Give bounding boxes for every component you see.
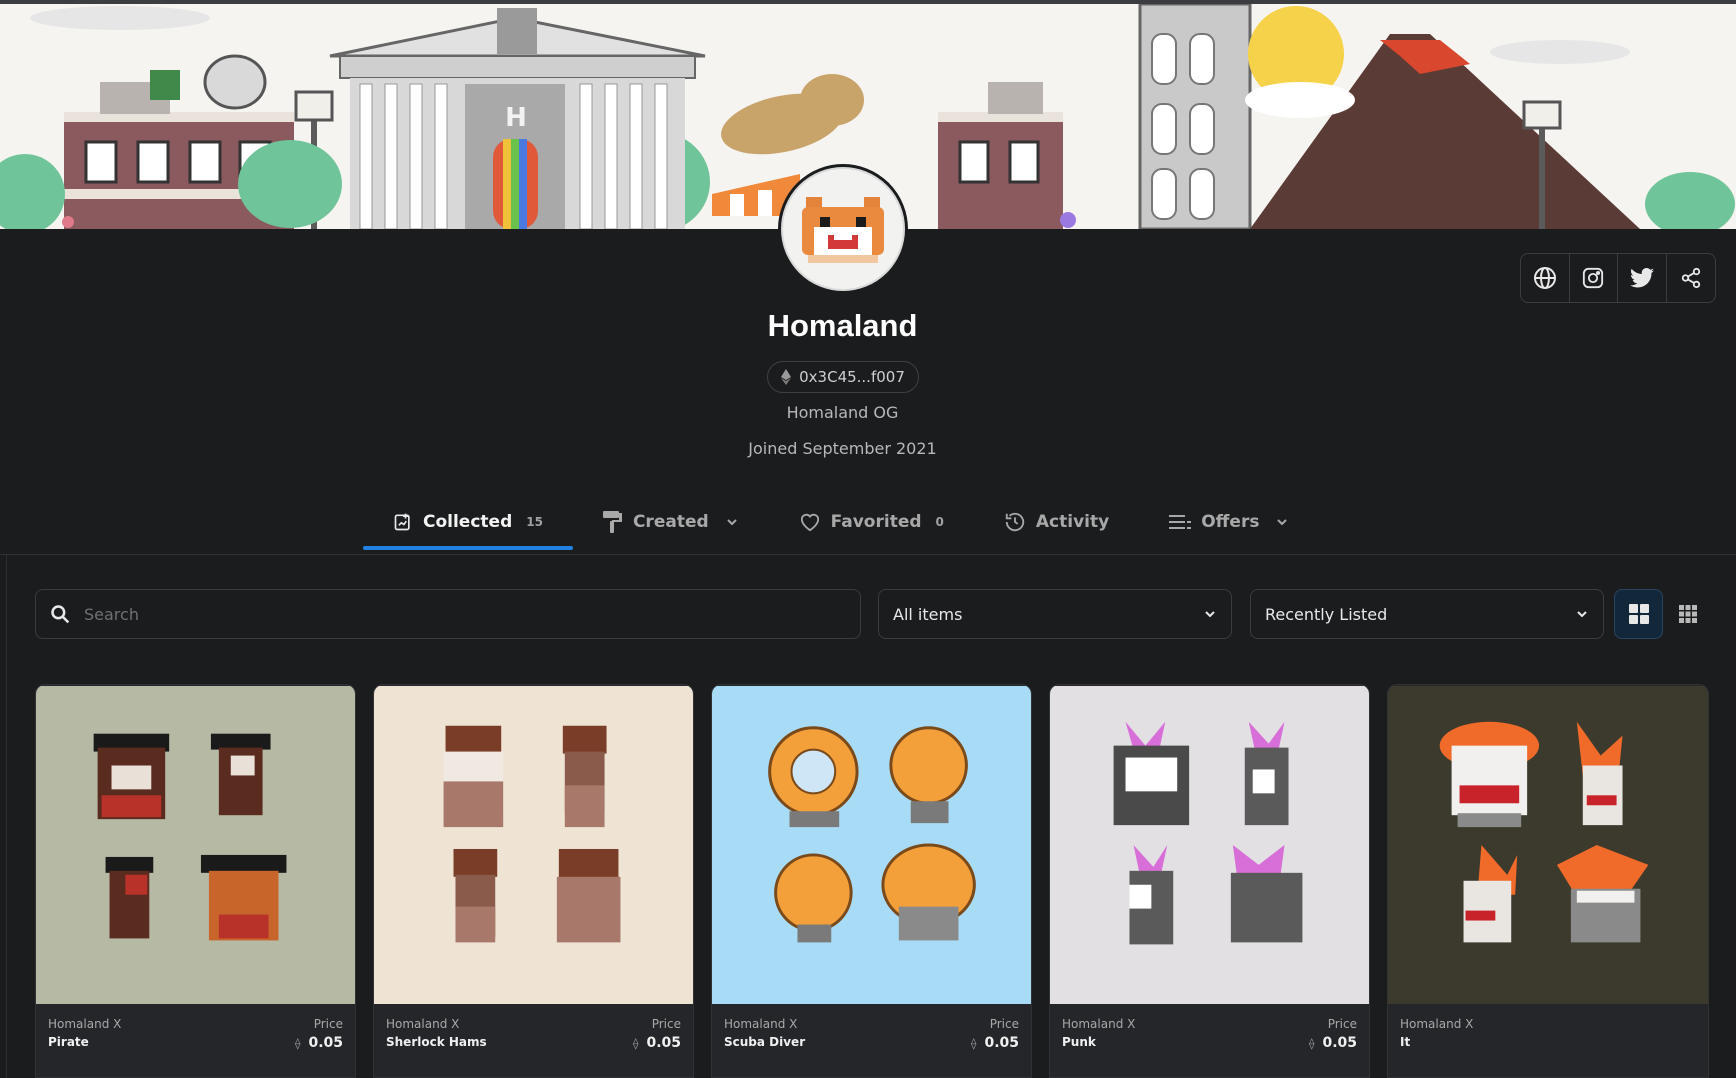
nft-card[interactable]: Homaland X Punk Price ⟠ 0.05: [1049, 684, 1370, 1078]
price-label: Price: [989, 1017, 1019, 1031]
ethereum-icon: ⟠: [971, 1036, 977, 1050]
top-border: [0, 0, 1736, 4]
twitter-icon: [1629, 268, 1654, 288]
history-icon: [1005, 512, 1025, 531]
price-amount: 0.05: [646, 1035, 681, 1051]
item-name: Scuba Diver: [724, 1035, 806, 1049]
profile-avatar: [778, 164, 908, 294]
price-value: ⟠ 0.05: [971, 1035, 1019, 1051]
ethereum-icon: [781, 369, 792, 385]
profile-bio: Homaland OG: [786, 403, 899, 422]
search-box: [35, 589, 861, 639]
price-label: Price: [1327, 1017, 1357, 1031]
instagram-icon: [1583, 267, 1604, 289]
large-grid-button[interactable]: [1614, 589, 1663, 639]
hamster-avatar-image: [802, 197, 884, 263]
item-name: Sherlock Hams: [386, 1035, 487, 1049]
card-info: Homaland X Punk Price ⟠ 0.05: [1050, 1005, 1369, 1077]
globe-icon: [1533, 267, 1556, 289]
price-value: ⟠ 0.05: [1309, 1035, 1357, 1051]
card-info: Homaland X Sherlock Hams Price ⟠ 0.05: [374, 1005, 693, 1077]
item-name: Pirate: [48, 1035, 89, 1049]
wallet-address-button[interactable]: 0x3C45...f007: [767, 361, 919, 393]
profile-page: H Homaland 0x3C45...f007 Homaland OG Joi…: [0, 0, 1736, 1078]
wallet-address: 0x3C45...f007: [799, 368, 905, 386]
search-input[interactable]: [84, 604, 784, 624]
heart-icon: [800, 513, 819, 531]
item-name: Punk: [1062, 1035, 1096, 1049]
card-info: Homaland X Pirate Price ⟠ 0.05: [36, 1005, 355, 1077]
tab-label: Collected: [423, 511, 513, 532]
collection-name: Homaland X: [1400, 1017, 1474, 1031]
sort-select[interactable]: Recently Listed: [1250, 589, 1604, 639]
ethereum-icon: ⟠: [1309, 1036, 1315, 1050]
nft-image: [712, 685, 1031, 1005]
tab-offers[interactable]: Offers: [1139, 497, 1319, 546]
left-divider: [6, 555, 7, 1078]
small-grid-button[interactable]: [1663, 589, 1712, 639]
website-button[interactable]: [1521, 254, 1570, 302]
ethereum-icon: ⟠: [295, 1036, 301, 1050]
nft-image: [1050, 685, 1369, 1005]
view-toggle: [1614, 589, 1712, 639]
tab-count: 0: [935, 514, 944, 529]
large-grid-icon: [1628, 604, 1649, 624]
tab-favorited[interactable]: Favorited 0: [769, 497, 974, 546]
collection-name: Homaland X: [48, 1017, 122, 1031]
instagram-button[interactable]: [1570, 254, 1618, 302]
nft-card[interactable]: Homaland X Sherlock Hams Price ⟠ 0.05: [373, 684, 694, 1078]
price-label: Price: [313, 1017, 343, 1031]
profile-name: Homaland: [767, 308, 918, 343]
sort-value: Recently Listed: [1265, 604, 1388, 624]
list-icon: [1169, 514, 1192, 529]
price-amount: 0.05: [1322, 1035, 1357, 1051]
tab-label: Offers: [1201, 511, 1260, 532]
price-value: ⟠ 0.05: [295, 1035, 343, 1051]
social-links: [1520, 253, 1716, 303]
svg-text:H: H: [505, 103, 527, 133]
share-icon: [1681, 267, 1700, 289]
ethereum-icon: ⟠: [633, 1036, 639, 1050]
nft-image: [1388, 685, 1708, 1005]
tab-created[interactable]: Created: [573, 497, 769, 546]
tab-activity[interactable]: Activity: [974, 497, 1139, 546]
tab-label: Activity: [1035, 511, 1110, 532]
small-grid-icon: [1678, 605, 1697, 623]
tab-label: Favorited: [830, 511, 922, 532]
price-amount: 0.05: [984, 1035, 1019, 1051]
tabs-divider: [0, 554, 1736, 555]
nft-card[interactable]: Homaland X It: [1387, 684, 1709, 1078]
tab-count: 15: [526, 514, 543, 529]
tab-label: Created: [632, 511, 709, 532]
profile-tabs: Collected 15 Created Favorited 0 Activit…: [363, 497, 1319, 557]
collection-name: Homaland X: [1062, 1017, 1136, 1031]
nft-image: [36, 685, 355, 1005]
nft-card[interactable]: Homaland X Pirate Price ⟠ 0.05: [35, 684, 356, 1078]
price-label: Price: [651, 1017, 681, 1031]
item-filter-value: All items: [893, 604, 963, 624]
card-info: Homaland X Scuba Diver Price ⟠ 0.05: [712, 1005, 1031, 1077]
price-value: ⟠ 0.05: [633, 1035, 681, 1051]
chevron-down-icon: [726, 518, 737, 525]
item-name: It: [1400, 1035, 1411, 1049]
paint-roller-icon: [602, 510, 622, 533]
collection-name: Homaland X: [386, 1017, 460, 1031]
collection-name: Homaland X: [724, 1017, 798, 1031]
twitter-button[interactable]: [1618, 254, 1667, 302]
collected-icon: [394, 513, 410, 530]
price-amount: 0.05: [308, 1035, 343, 1051]
chevron-down-icon: [1577, 611, 1587, 618]
share-button[interactable]: [1667, 254, 1716, 302]
tab-collected[interactable]: Collected 15: [363, 497, 573, 550]
nft-image: [374, 685, 693, 1005]
joined-date: Joined September 2021: [748, 439, 937, 458]
card-info: Homaland X It: [1388, 1005, 1708, 1077]
item-filter-select[interactable]: All items: [878, 589, 1232, 639]
search-icon: [51, 605, 70, 624]
chevron-down-icon: [1205, 611, 1215, 618]
nft-card[interactable]: Homaland X Scuba Diver Price ⟠ 0.05: [711, 684, 1032, 1078]
chevron-down-icon: [1277, 518, 1288, 525]
